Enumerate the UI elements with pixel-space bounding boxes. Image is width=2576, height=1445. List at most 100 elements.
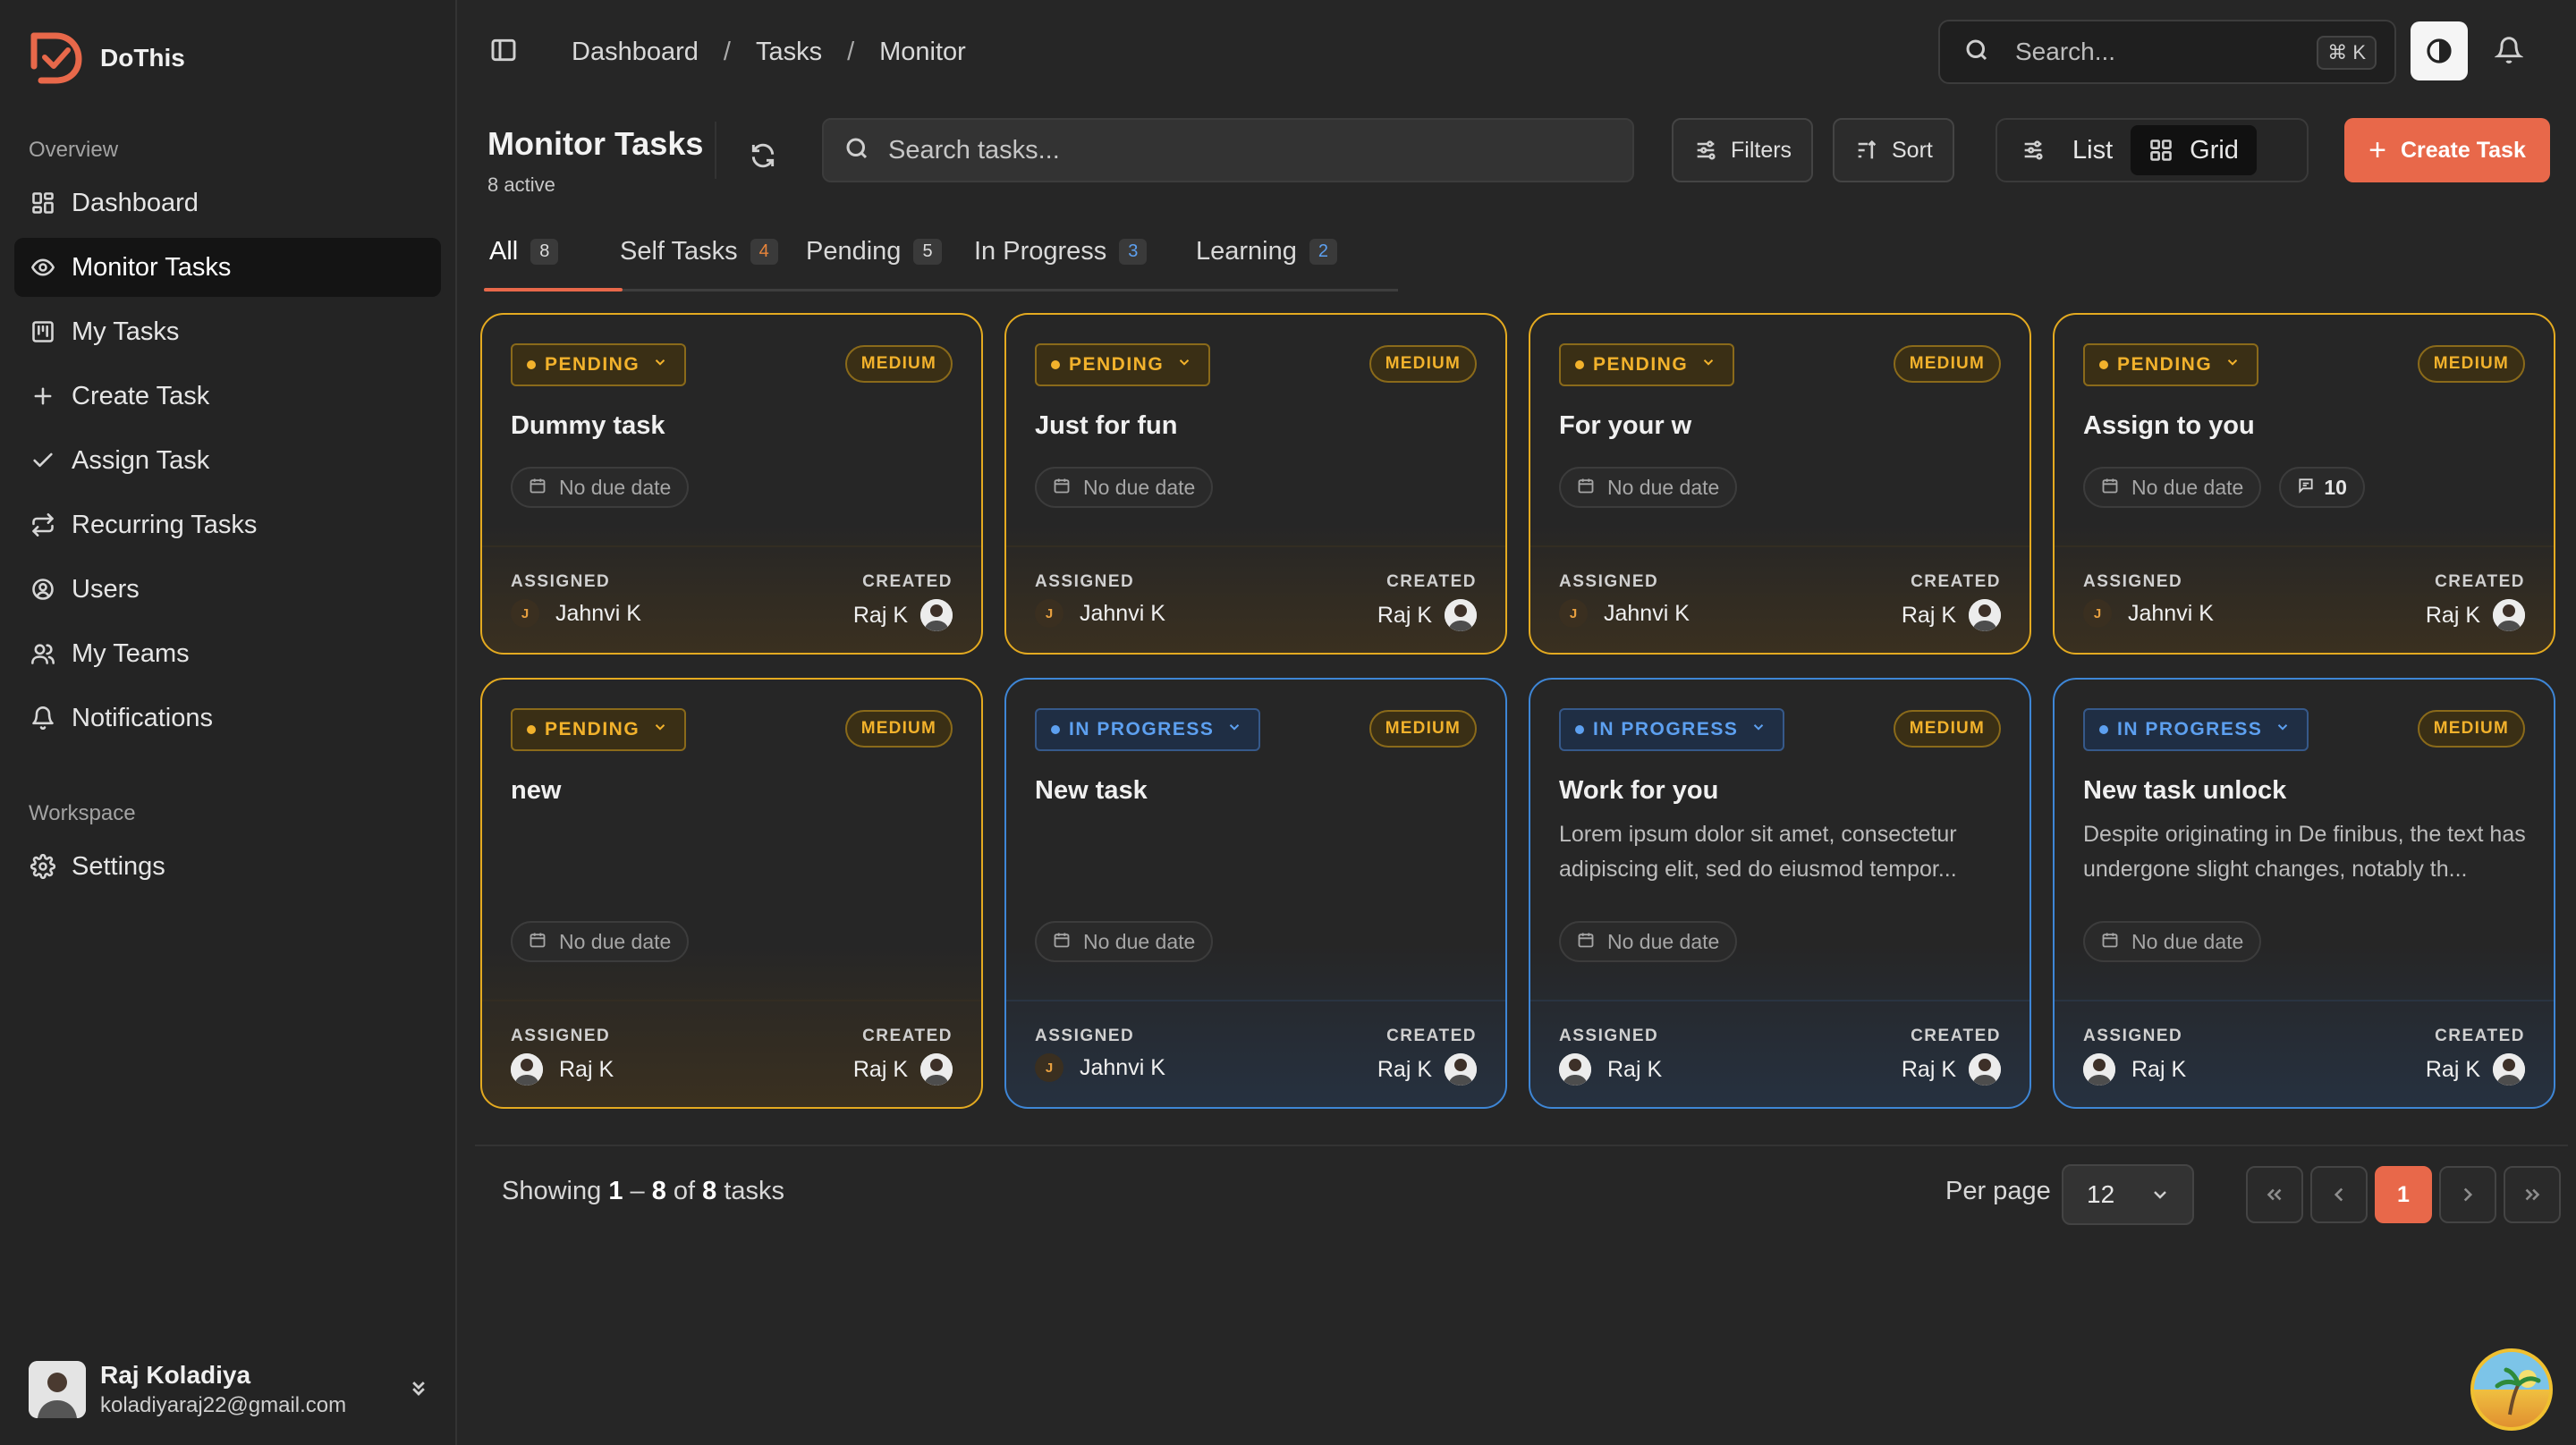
sidebar-item-my-teams[interactable]: My Teams (14, 624, 441, 683)
task-title[interactable]: Work for you (1559, 776, 1718, 806)
sort-label: Sort (1892, 137, 1933, 163)
first-page-button[interactable] (2246, 1166, 2303, 1223)
calendar-icon (529, 930, 559, 954)
assigned-label: ASSIGNED (1035, 1027, 1135, 1045)
task-title[interactable]: Assign to you (2083, 411, 2255, 441)
comments-chip[interactable]: 10 (2279, 467, 2365, 508)
task-card[interactable]: PENDING MEDIUM new No due date ASSIGNED … (480, 678, 983, 1109)
status-dropdown[interactable]: IN PROGRESS (1559, 708, 1785, 751)
sort-button[interactable]: Sort (1833, 118, 1954, 182)
global-search[interactable]: Search... ⌘ K (1938, 20, 2396, 84)
prev-page-button[interactable] (2310, 1166, 2368, 1223)
creator: Raj K (1377, 599, 1477, 631)
creator: Raj K (853, 1053, 953, 1086)
refresh-icon[interactable] (749, 141, 777, 174)
sidebar-item-recurring-tasks[interactable]: Recurring Tasks (14, 495, 441, 554)
notifications-bell-icon[interactable] (2494, 36, 2524, 69)
section-label-workspace: Workspace (29, 801, 136, 825)
last-page-button[interactable] (2504, 1166, 2561, 1223)
assignee: Raj K (2083, 1053, 2186, 1086)
user-menu[interactable]: Raj Koladiya koladiyaraj22@gmail.com (29, 1361, 431, 1418)
topbar: Dashboard / Tasks / Monitor Search... ⌘ … (457, 0, 2576, 104)
breadcrumb-dashboard[interactable]: Dashboard (572, 38, 699, 67)
create-task-button[interactable]: + Create Task (2344, 118, 2550, 182)
tab-in-progress[interactable]: In Progress 3 (974, 229, 1148, 274)
due-date-chip[interactable]: No due date (511, 467, 690, 508)
task-card[interactable]: IN PROGRESS MEDIUM New task unlock Despi… (2053, 678, 2555, 1109)
page-1-button[interactable]: 1 (2375, 1166, 2432, 1223)
task-search-input[interactable]: Search tasks... (822, 118, 1634, 182)
status-dropdown[interactable]: PENDING (2083, 343, 2259, 386)
sidebar-item-users[interactable]: Users (14, 560, 441, 619)
sidebar-item-label: Create Task (72, 381, 210, 410)
chevrons-left-icon (2267, 1188, 2282, 1201)
tab-count: 8 (530, 238, 559, 265)
floating-assistant-button[interactable] (2470, 1348, 2553, 1431)
calendar-icon (1577, 476, 1607, 500)
tab-all[interactable]: All 8 (489, 229, 559, 274)
due-date-chip[interactable]: No due date (1559, 467, 1738, 508)
due-date-chip[interactable]: No due date (1559, 921, 1738, 962)
due-date-chip[interactable]: No due date (1035, 921, 1214, 962)
sidebar-item-notifications[interactable]: Notifications (14, 689, 441, 748)
task-title[interactable]: Dummy task (511, 411, 665, 441)
assigned-label: ASSIGNED (1559, 1027, 1659, 1045)
chevrons-right-icon (2525, 1188, 2540, 1201)
sidebar-item-dashboard[interactable]: Dashboard (14, 173, 441, 232)
chevron-down-icon (2154, 1191, 2166, 1199)
sidebar-toggle-icon[interactable] (489, 36, 518, 69)
main-content: Dashboard / Tasks / Monitor Search... ⌘ … (457, 0, 2576, 1445)
tab-label: Self Tasks (620, 236, 738, 266)
assigned-label: ASSIGNED (511, 1027, 611, 1045)
task-title[interactable]: New task (1035, 776, 1148, 806)
active-tab-indicator (484, 288, 623, 292)
calendar-icon (529, 476, 559, 500)
status-dropdown[interactable]: PENDING (1035, 343, 1211, 386)
page-title: Monitor Tasks (487, 125, 704, 162)
status-dropdown[interactable]: PENDING (1559, 343, 1735, 386)
brand[interactable]: DoThis (0, 0, 455, 116)
task-card[interactable]: PENDING MEDIUM For your w No due date AS… (1529, 313, 2031, 655)
task-title[interactable]: Just for fun (1035, 411, 1178, 441)
due-date-chip[interactable]: No due date (511, 921, 690, 962)
task-card[interactable]: PENDING MEDIUM Assign to you No due date… (2053, 313, 2555, 655)
due-date-chip[interactable]: No due date (1035, 467, 1214, 508)
sidebar-item-assign-task[interactable]: Assign Task (14, 431, 441, 490)
list-view-button[interactable]: List (2003, 125, 2131, 175)
theme-toggle-button[interactable] (2411, 21, 2468, 80)
sidebar-item-settings[interactable]: Settings (14, 837, 441, 896)
breadcrumb-tasks[interactable]: Tasks (756, 38, 822, 67)
grid-view-button[interactable]: Grid (2131, 125, 2257, 175)
chevron-down-icon (1738, 719, 1767, 740)
task-title[interactable]: new (511, 776, 561, 806)
sidebar-item-my-tasks[interactable]: My Tasks (14, 302, 441, 361)
status-dropdown[interactable]: PENDING (511, 343, 687, 386)
avatar (511, 1053, 543, 1086)
status-dropdown[interactable]: IN PROGRESS (2083, 708, 2309, 751)
status-dropdown[interactable]: PENDING (511, 708, 687, 751)
due-date-label: No due date (1607, 475, 1720, 499)
next-page-button[interactable] (2439, 1166, 2496, 1223)
task-card[interactable]: PENDING MEDIUM Dummy task No due date AS… (480, 313, 983, 655)
per-page-select[interactable]: 12 (2062, 1164, 2194, 1225)
tab-learning[interactable]: Learning 2 (1196, 229, 1337, 274)
filters-button[interactable]: Filters (1672, 118, 1814, 182)
assignee: Raj K (1559, 1053, 1662, 1086)
sidebar-item-create-task[interactable]: Create Task (14, 367, 441, 426)
task-card[interactable]: IN PROGRESS MEDIUM Work for you Lorem ip… (1529, 678, 2031, 1109)
task-card[interactable]: PENDING MEDIUM Just for fun No due date … (1004, 313, 1507, 655)
chevrons-up-down-icon[interactable] (406, 1375, 431, 1405)
status-dropdown[interactable]: IN PROGRESS (1035, 708, 1261, 751)
task-card[interactable]: IN PROGRESS MEDIUM New task No due date … (1004, 678, 1507, 1109)
due-date-chip[interactable]: No due date (2083, 921, 2262, 962)
assignee-name: Jahnvi K (2128, 600, 2214, 626)
task-title[interactable]: New task unlock (2083, 776, 2286, 806)
tab-self-tasks[interactable]: Self Tasks 4 (620, 229, 778, 274)
sidebar-item-monitor-tasks[interactable]: Monitor Tasks (14, 238, 441, 297)
tab-pending[interactable]: Pending 5 (806, 229, 942, 274)
breadcrumb: Dashboard / Tasks / Monitor (572, 38, 966, 67)
per-page-value: 12 (2087, 1180, 2115, 1208)
kanban-icon (30, 319, 55, 344)
task-title[interactable]: For your w (1559, 411, 1691, 441)
due-date-chip[interactable]: No due date (2083, 467, 2262, 508)
